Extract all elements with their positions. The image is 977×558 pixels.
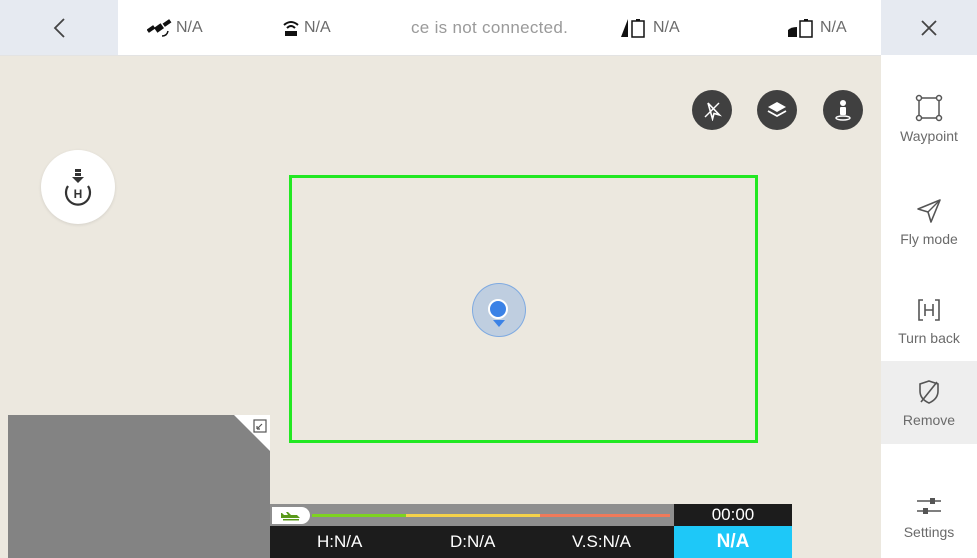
- aircraft-location-marker: [472, 283, 526, 337]
- remove-button[interactable]: Remove: [881, 361, 977, 444]
- settings-button[interactable]: Settings: [881, 475, 977, 558]
- rc-signal-value: N/A: [304, 18, 331, 36]
- satellite-value: N/A: [176, 18, 203, 36]
- turn-back-label: Turn back: [898, 329, 960, 346]
- back-button[interactable]: [0, 0, 118, 55]
- set-home-point-button[interactable]: H: [41, 150, 115, 224]
- remove-label: Remove: [902, 411, 956, 428]
- location-dot: [488, 299, 508, 319]
- top-status-bar: N/A N/A ce is not connected. N/A N/A: [0, 0, 881, 56]
- rc-signal-status: N/A: [281, 0, 331, 55]
- plane-icon: [281, 511, 300, 520]
- flight-timer: 00:00: [674, 504, 792, 526]
- distance-readout: D:N/A: [450, 532, 496, 551]
- progress-segment-green: [312, 514, 406, 517]
- rc-battery-value: N/A: [820, 18, 847, 36]
- waypoint-label: Waypoint: [900, 127, 958, 144]
- fly-mode-label: Fly mode: [900, 230, 958, 247]
- satellite-status: N/A: [147, 0, 203, 55]
- fly-mode-button[interactable]: Fly mode: [881, 180, 977, 263]
- rc-battery-status: N/A: [787, 0, 847, 55]
- locate-user-button[interactable]: [823, 90, 863, 130]
- flight-progress-bar: [270, 504, 674, 526]
- shield-slash-icon: [919, 379, 939, 404]
- aircraft-battery-value: N/A: [653, 18, 680, 36]
- home-point-icon: H: [64, 169, 92, 206]
- satellite-icon: [147, 18, 172, 37]
- person-location-icon: [835, 100, 851, 121]
- waypoint-square-icon: [915, 94, 943, 121]
- rc-battery-icon: [788, 18, 813, 38]
- layers-icon: [767, 102, 787, 118]
- compass-button[interactable]: [692, 90, 732, 130]
- progress-segment-red: [540, 514, 670, 517]
- vertical-speed-readout: V.S:N/A: [572, 532, 631, 551]
- connection-status-text: ce is not connected.: [411, 17, 569, 37]
- map-layers-button[interactable]: [757, 90, 797, 130]
- svg-text:H: H: [74, 187, 83, 201]
- aircraft-battery-icon: [621, 18, 645, 38]
- paper-plane-icon: [917, 198, 941, 223]
- heading-arrow-icon: [493, 320, 505, 327]
- progress-segment-yellow: [406, 514, 540, 517]
- remote-signal-icon: [283, 20, 299, 36]
- aircraft-battery-status: N/A: [620, 0, 680, 55]
- close-icon: [921, 19, 937, 36]
- settings-label: Settings: [903, 523, 955, 540]
- home-h-icon: [918, 298, 940, 321]
- plane-badge: [272, 507, 310, 524]
- turn-back-button[interactable]: Turn back: [881, 279, 977, 362]
- height-readout: H:N/A: [317, 532, 363, 551]
- sliders-icon: [917, 497, 941, 514]
- waypoint-button[interactable]: Waypoint: [881, 77, 977, 160]
- camera-preview[interactable]: [8, 415, 270, 558]
- telemetry-panel: 00:00 H:N/A D:N/A V.S:N/A N/A: [270, 504, 792, 558]
- expand-icon[interactable]: [253, 419, 267, 433]
- close-button[interactable]: [881, 0, 977, 55]
- flight-mode-status: N/A: [674, 526, 792, 558]
- right-toolbar: Waypoint Fly mode Turn back Remove Setti…: [881, 55, 977, 558]
- compass-icon: [704, 102, 723, 121]
- telemetry-readouts: H:N/A D:N/A V.S:N/A: [270, 526, 674, 558]
- chevron-left-icon: [53, 17, 65, 38]
